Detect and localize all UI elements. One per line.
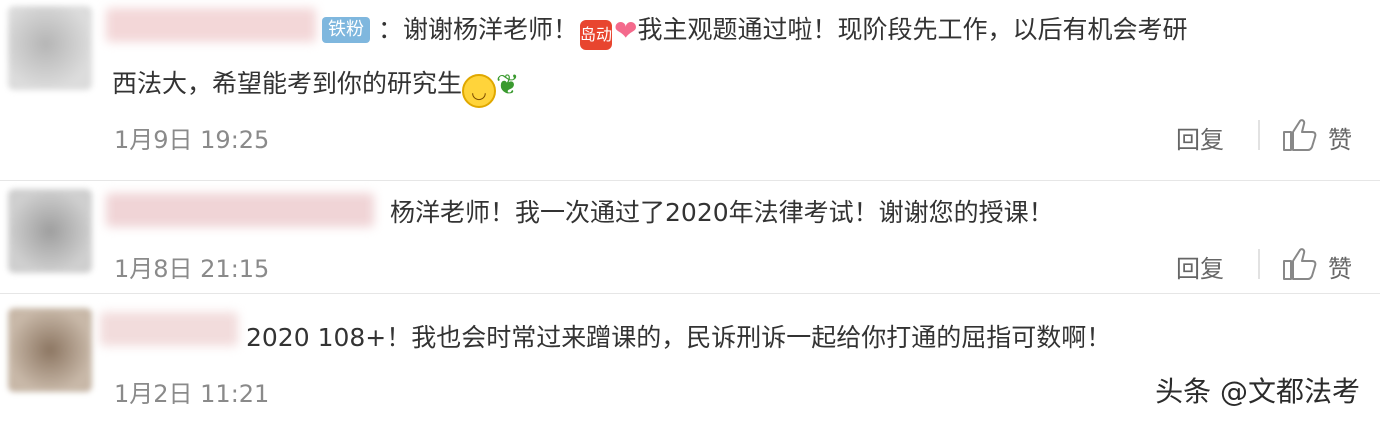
separator bbox=[1258, 249, 1260, 279]
comment-time: 1月2日 11:21 bbox=[114, 380, 270, 408]
reply-button[interactable]: 回复 bbox=[1176, 249, 1224, 284]
username-blurred[interactable] bbox=[100, 312, 238, 346]
username-blurred[interactable] bbox=[106, 193, 374, 227]
smile-emoji-icon: ◡ bbox=[462, 74, 497, 108]
like-icon[interactable] bbox=[1282, 118, 1318, 152]
comment-text: 2020 108+！我也会时常过来蹭课的，民诉刑诉一起给你打通的屈指可数啊！ bbox=[246, 323, 1112, 352]
comment-text-line2: 西法大，希望能考到你的研究生 ◡ ❦ bbox=[112, 58, 519, 111]
emoji-box-icon: 岛动 bbox=[580, 20, 612, 50]
heart-emoji-icon: ❤ bbox=[614, 14, 638, 47]
reply-button[interactable]: 回复 bbox=[1176, 120, 1224, 155]
avatar[interactable] bbox=[8, 6, 92, 90]
leaf-emoji-icon: ❦ bbox=[496, 68, 520, 101]
like-button[interactable]: 赞 bbox=[1328, 120, 1352, 155]
fan-badge: 铁粉 bbox=[322, 17, 370, 43]
like-icon[interactable] bbox=[1282, 247, 1318, 281]
comment-time: 1月8日 21:15 bbox=[114, 255, 270, 283]
avatar[interactable] bbox=[8, 308, 92, 392]
avatar[interactable] bbox=[8, 189, 92, 273]
comment-text: 铁粉 ：谢谢杨洋老师！ 岛动❤我主观题通过啦！现阶段先工作，以后有机会考研 bbox=[322, 4, 1188, 57]
comment-time: 1月9日 19:25 bbox=[114, 126, 270, 154]
watermark: 头条 @文都法考 bbox=[1155, 375, 1360, 408]
separator bbox=[1258, 120, 1260, 150]
comment-1: 铁粉 ：谢谢杨洋老师！ 岛动❤我主观题通过啦！现阶段先工作，以后有机会考研 西法大，… bbox=[0, 0, 1380, 180]
comment-2: 杨洋老师！我一次通过了2020年法律考试！谢谢您的授课！ 1月8日 21:15 … bbox=[0, 181, 1380, 293]
comment-text: 杨洋老师！我一次通过了2020年法律考试！谢谢您的授课！ bbox=[390, 198, 1054, 227]
username-blurred[interactable] bbox=[106, 8, 316, 42]
like-button[interactable]: 赞 bbox=[1328, 249, 1352, 284]
